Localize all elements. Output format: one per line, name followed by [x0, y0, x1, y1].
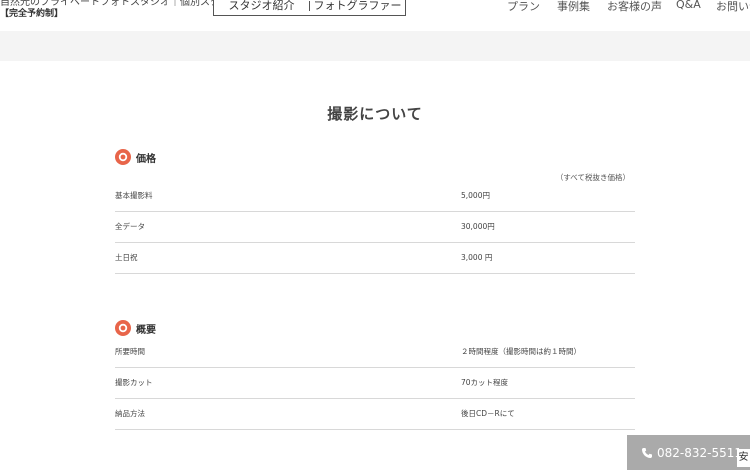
header-band	[0, 31, 750, 61]
flower-icon	[115, 149, 131, 165]
row-label: 全データ	[115, 222, 145, 231]
phone-contact-button[interactable]: 082-832-5511 安	[627, 435, 750, 470]
flower-icon	[115, 320, 131, 336]
overview-section-heading: 概要	[115, 320, 156, 336]
row-value: 30,000円	[461, 222, 495, 231]
table-row: 撮影カット 70カット程度	[115, 368, 635, 399]
table-row: 基本撮影料 5,000円	[115, 181, 635, 212]
table-row: 土日祝 3,000 円	[115, 243, 635, 274]
main-nav: プラン 事例集 お客様の声 Q&A お問い合わせ	[0, 0, 750, 14]
table-row: 納品方法 後日CD－Rにて	[115, 399, 635, 430]
row-label: 土日祝	[115, 253, 138, 262]
phone-icon	[642, 447, 652, 458]
row-label: 基本撮影料	[115, 191, 153, 200]
nav-item-contact[interactable]: お問い合わせ	[716, 0, 750, 14]
row-label: 納品方法	[115, 409, 145, 418]
nav-item-plan[interactable]: プラン	[507, 0, 540, 14]
row-value: 後日CD－Rにて	[461, 409, 515, 418]
nav-item-voices[interactable]: お客様の声	[607, 0, 662, 14]
phone-number[interactable]: 082-832-5511	[657, 446, 742, 460]
phone-side-tab[interactable]: 安	[737, 449, 750, 467]
row-label: 撮影カット	[115, 378, 153, 387]
nav-item-qa[interactable]: Q&A	[676, 0, 701, 11]
site-header: 自然光のプライベートフォトスタジオ｜個別スタイル撮影 【完全予約制】 スタジオ紹…	[0, 0, 750, 30]
table-row: 全データ 30,000円	[115, 212, 635, 243]
overview-table: 所要時間 ２時間程度（撮影時間は約１時間） 撮影カット 70カット程度 納品方法…	[115, 337, 635, 430]
nav-item-cases[interactable]: 事例集	[557, 0, 590, 14]
price-section-heading: 価格	[115, 149, 156, 165]
row-value: 3,000 円	[461, 253, 493, 262]
page-title: 撮影について	[327, 105, 423, 123]
row-label: 所要時間	[115, 347, 145, 356]
row-value: 5,000円	[461, 191, 490, 200]
price-table: 基本撮影料 5,000円 全データ 30,000円 土日祝 3,000 円	[115, 181, 635, 274]
row-value: 70カット程度	[461, 378, 509, 387]
table-row: 所要時間 ２時間程度（撮影時間は約１時間）	[115, 337, 635, 368]
overview-heading-label: 概要	[136, 324, 156, 336]
price-heading-label: 価格	[136, 153, 156, 165]
row-value: ２時間程度（撮影時間は約１時間）	[461, 347, 581, 356]
